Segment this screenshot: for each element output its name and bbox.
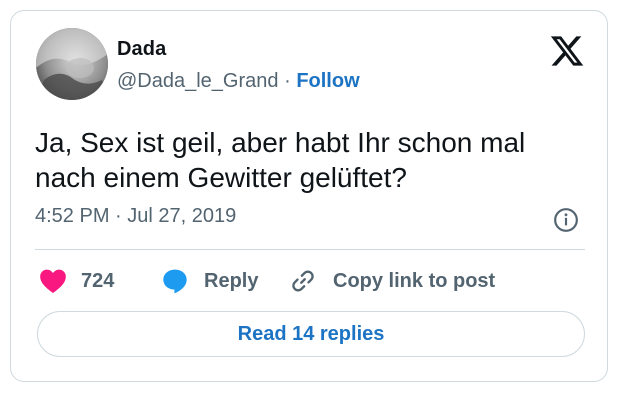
tweet-date[interactable]: Jul 27, 2019 (127, 205, 236, 227)
read-replies-button[interactable]: Read 14 replies (37, 311, 585, 357)
follow-link[interactable]: Follow (296, 70, 359, 92)
like-button[interactable]: 724 (39, 263, 114, 299)
author-handle-row: @Dada_le_Grand · Follow (117, 70, 360, 93)
x-logo-icon[interactable] (549, 33, 585, 69)
like-count: 724 (81, 269, 115, 292)
avatar[interactable] (36, 28, 108, 100)
copy-link-label: Copy link to post (333, 269, 496, 292)
tweet-text: Ja, Sex ist geil, aber habt Ihr schon ma… (35, 127, 526, 193)
meta-separator: · (115, 205, 122, 227)
reply-button[interactable]: Reply (161, 263, 258, 299)
link-icon (292, 270, 314, 292)
divider (35, 249, 585, 250)
tweet-card: Dada @Dada_le_Grand · Follow Ja, Sex ist… (10, 10, 608, 382)
heart-icon (40, 269, 66, 294)
tweet-time[interactable]: 4:52 PM (35, 205, 109, 227)
handle-separator: · (284, 70, 291, 92)
speech-bubble-icon (163, 269, 187, 294)
info-icon[interactable] (553, 207, 579, 233)
avatar-photo (36, 28, 108, 100)
copy-link-button[interactable]: Copy link to post (289, 263, 495, 299)
author-name[interactable]: Dada (117, 38, 166, 61)
author-handle[interactable]: @Dada_le_Grand (117, 70, 279, 92)
reply-label: Reply (204, 269, 259, 292)
tweet-meta: 4:52 PM · Jul 27, 2019 (35, 205, 236, 228)
